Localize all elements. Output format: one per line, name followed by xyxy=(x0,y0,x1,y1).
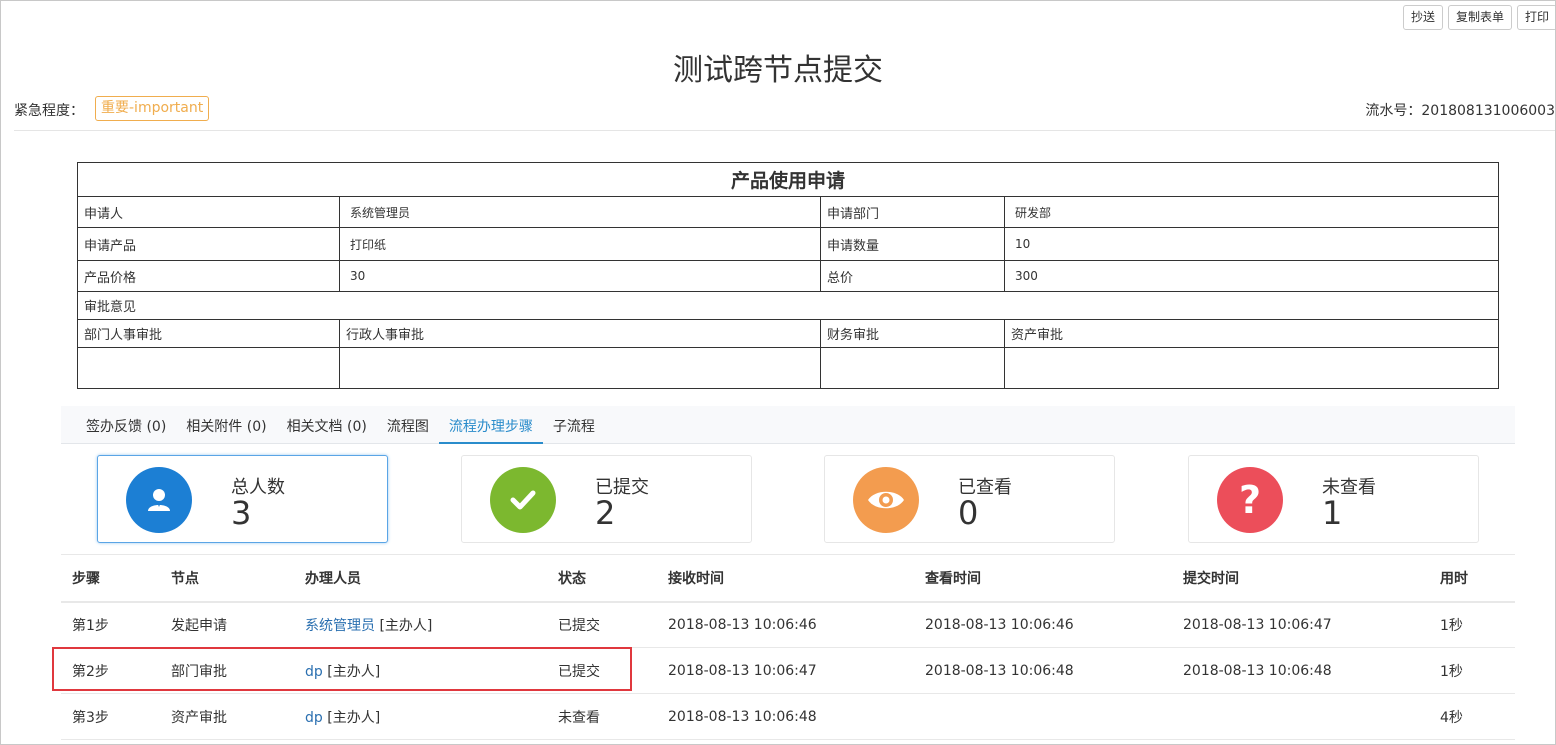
check-icon xyxy=(490,467,556,533)
col-header: 提交时间 xyxy=(1172,554,1429,603)
col-header: 查看时间 xyxy=(914,554,1172,603)
stat-value: 0 xyxy=(958,494,979,532)
handler-role: [主办人] xyxy=(322,663,381,680)
step-cell: 第2步 xyxy=(61,647,160,694)
handler-role: [主办人] xyxy=(375,617,433,634)
handler-cell: 系统管理员 [主办人] xyxy=(294,601,547,648)
col-header: 节点 xyxy=(160,554,294,603)
urgency-badge: 重要-important xyxy=(95,96,210,121)
opinion-label: 审批意见 xyxy=(76,291,1500,320)
node-cell: 发起申请 xyxy=(160,601,294,648)
step-cell: 第3步 xyxy=(61,693,160,740)
viewed-cell: 2018-08-13 10:06:48 xyxy=(914,647,1172,694)
table-row: 第1步 发起申请 系统管理员 [主办人] 已提交 2018-08-13 10:0… xyxy=(61,601,1515,648)
approval-header: 行政人事审批 xyxy=(339,319,821,348)
submitted-cell xyxy=(1172,693,1429,740)
handler-link[interactable]: 系统管理员 xyxy=(305,618,375,634)
approval-cell xyxy=(339,347,821,389)
handler-link[interactable]: dp xyxy=(305,664,323,680)
approval-cell xyxy=(1003,347,1500,389)
dept-value: 研发部 xyxy=(1003,196,1500,228)
status-cell: 已提交 xyxy=(547,647,657,694)
handler-cell: dp [主办人] xyxy=(294,693,547,740)
qty-value: 10 xyxy=(1003,227,1500,261)
approval-header: 资产审批 xyxy=(1003,319,1500,348)
tab-feedback[interactable]: 签办反馈 (0) xyxy=(76,406,176,444)
stat-card-viewed[interactable]: 已查看 0 xyxy=(824,455,1115,543)
status-cell: 未查看 xyxy=(547,693,657,740)
product-label: 申请产品 xyxy=(77,227,340,261)
duration-cell: 1秒 xyxy=(1429,601,1515,648)
col-header: 用时 xyxy=(1429,554,1515,603)
product-value: 打印纸 xyxy=(339,227,821,261)
step-cell: 第1步 xyxy=(61,601,160,648)
total-label: 总价 xyxy=(820,260,1005,292)
question-icon: ? xyxy=(1217,467,1283,533)
tab-steps[interactable]: 流程办理步骤 xyxy=(438,406,543,444)
col-header: 步骤 xyxy=(61,554,160,603)
tab-documents[interactable]: 相关文档 (0) xyxy=(277,406,377,444)
duration-cell: 1秒 xyxy=(1429,647,1515,694)
approval-header: 部门人事审批 xyxy=(77,319,340,348)
stat-value: 2 xyxy=(595,494,616,532)
received-cell: 2018-08-13 10:06:46 xyxy=(657,601,914,648)
handler-link[interactable]: dp xyxy=(305,710,323,726)
price-label: 产品价格 xyxy=(77,260,340,292)
submitted-cell: 2018-08-13 10:06:48 xyxy=(1172,647,1429,694)
duration-cell: 4秒 xyxy=(1429,693,1515,740)
dept-label: 申请部门 xyxy=(820,196,1005,228)
total-value: 300 xyxy=(1003,260,1500,292)
received-cell: 2018-08-13 10:06:47 xyxy=(657,647,914,694)
handler-role: [主办人] xyxy=(322,709,381,726)
col-header: 状态 xyxy=(547,554,657,603)
qty-label: 申请数量 xyxy=(820,227,1005,261)
stat-value: 3 xyxy=(231,494,252,532)
approval-cell xyxy=(77,347,340,389)
copy-form-button[interactable]: 复制表单 xyxy=(1447,5,1512,30)
stat-value: 1 xyxy=(1322,494,1343,532)
steps-table: 步骤 节点 办理人员 状态 接收时间 查看时间 提交时间 用时 第1步 发起申请… xyxy=(61,554,1515,740)
node-cell: 部门审批 xyxy=(160,647,294,694)
table-header-row: 步骤 节点 办理人员 状态 接收时间 查看时间 提交时间 用时 xyxy=(61,554,1515,603)
stat-card-unviewed[interactable]: ? 未查看 1 xyxy=(1188,455,1479,543)
viewed-cell xyxy=(914,693,1172,740)
col-header: 办理人员 xyxy=(294,554,547,603)
node-cell: 资产审批 xyxy=(160,693,294,740)
top-toolbar: 抄送 复制表单 打印 xyxy=(1402,5,1555,30)
meta-row: 紧急程度： 重要-important 流水号：201808131006003 xyxy=(14,96,1555,122)
table-row: 第2步 部门审批 dp [主办人] 已提交 2018-08-13 10:06:4… xyxy=(61,647,1515,694)
applicant-label: 申请人 xyxy=(77,196,340,228)
divider xyxy=(14,130,1555,131)
submitted-cell: 2018-08-13 10:06:47 xyxy=(1172,601,1429,648)
tab-attachments[interactable]: 相关附件 (0) xyxy=(176,406,276,444)
received-cell: 2018-08-13 10:06:48 xyxy=(657,693,914,740)
cc-button[interactable]: 抄送 xyxy=(1402,5,1443,30)
form-title: 产品使用申请 xyxy=(76,162,1500,197)
stat-card-total[interactable]: 总人数 3 xyxy=(97,455,388,543)
eye-icon xyxy=(853,467,919,533)
urgency-label: 紧急程度： xyxy=(14,103,84,119)
applicant-value: 系统管理员 xyxy=(339,196,821,228)
window: 抄送 复制表单 打印 测试跨节点提交 紧急程度： 重要-important 流水… xyxy=(0,0,1556,745)
handler-cell: dp [主办人] xyxy=(294,647,547,694)
stat-card-submitted[interactable]: 已提交 2 xyxy=(461,455,752,543)
print-button[interactable]: 打印 xyxy=(1516,5,1555,30)
page-title: 测试跨节点提交 xyxy=(673,53,883,88)
tab-bar: 签办反馈 (0) 相关附件 (0) 相关文档 (0) 流程图 流程办理步骤 子流… xyxy=(61,406,1515,444)
serial-number: 流水号：201808131006003 xyxy=(1365,103,1555,119)
status-cell: 已提交 xyxy=(547,601,657,648)
price-value: 30 xyxy=(339,260,821,292)
viewed-cell: 2018-08-13 10:06:46 xyxy=(914,601,1172,648)
tab-flowchart[interactable]: 流程图 xyxy=(377,406,439,444)
tab-subflow[interactable]: 子流程 xyxy=(543,406,605,444)
approval-cell xyxy=(820,347,1005,389)
user-icon xyxy=(126,467,192,533)
application-form: 产品使用申请 申请人 系统管理员 申请部门 研发部 申请产品 打印纸 申请数量 … xyxy=(76,162,1500,389)
table-row: 第3步 资产审批 dp [主办人] 未查看 2018-08-13 10:06:4… xyxy=(61,693,1515,740)
approval-header: 财务审批 xyxy=(820,319,1005,348)
col-header: 接收时间 xyxy=(657,554,914,603)
